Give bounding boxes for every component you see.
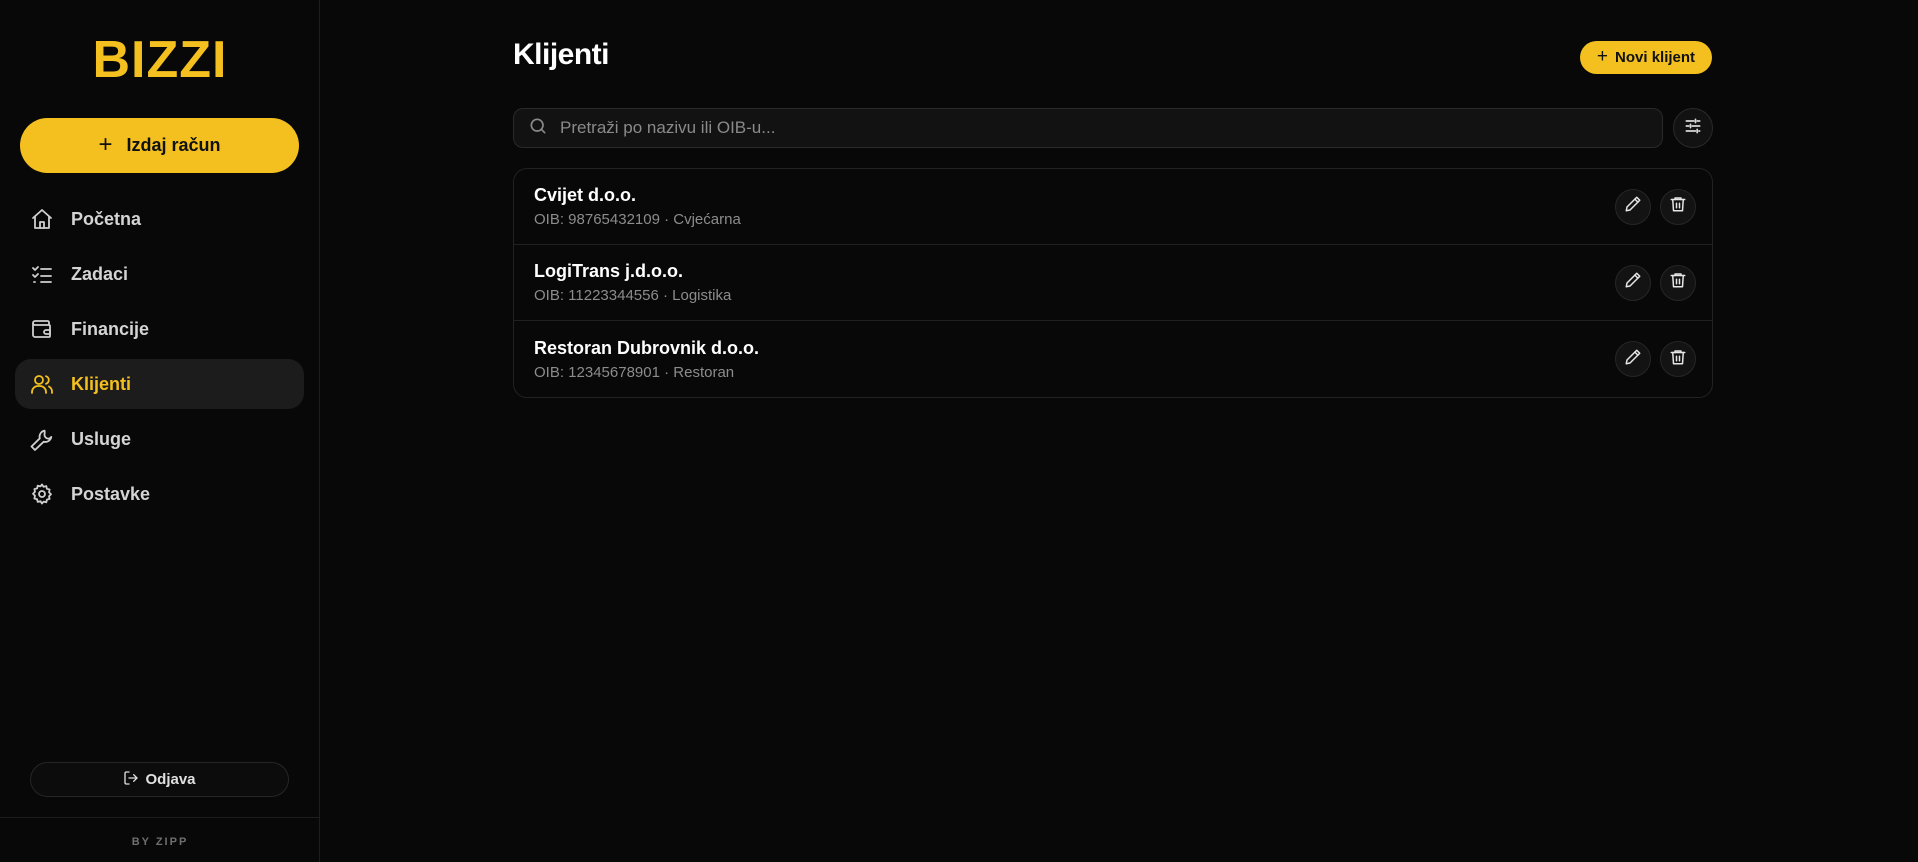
- plus-icon: +: [98, 130, 113, 158]
- sliders-icon: [1683, 116, 1703, 141]
- logout-button[interactable]: Odjava: [30, 762, 289, 797]
- logout-label: Odjava: [145, 771, 196, 788]
- edit-button[interactable]: [1615, 188, 1651, 225]
- client-name: LogiTrans j.d.o.o.: [534, 261, 684, 281]
- logo-wordmark: BIZZI: [93, 35, 228, 81]
- row-actions: [1615, 341, 1696, 377]
- gear-icon: [29, 481, 55, 507]
- sidebar-item-usluge[interactable]: Usluge: [15, 414, 304, 464]
- edit-button[interactable]: [1615, 341, 1651, 377]
- sidebar-item-zadaci[interactable]: Zadaci: [15, 249, 304, 299]
- page-title: Klijenti: [513, 38, 610, 71]
- plus-icon: +: [1596, 46, 1609, 67]
- sidebar-item-label: Financije: [71, 318, 150, 339]
- client-meta: OIB: 12345678901 · Restoran: [534, 363, 735, 381]
- home-icon: [29, 206, 55, 232]
- client-meta: OIB: 98765432109 · Cvjećarna: [534, 211, 741, 228]
- sidebar-divider: [0, 817, 320, 818]
- search-bar: [513, 108, 1663, 148]
- client-meta: OIB: 11223344556 · Logistika: [534, 287, 732, 304]
- new-client-label: Novi klijent: [1615, 49, 1696, 66]
- sidebar-item-postavke[interactable]: Postavke: [15, 469, 304, 519]
- trash-icon: [1669, 195, 1687, 218]
- delete-button[interactable]: [1660, 188, 1696, 225]
- app-root: BIZZI + Izdaj račun Početna Zadaci Finan…: [0, 0, 1918, 862]
- users-icon: [29, 371, 55, 397]
- table-row[interactable]: Cvijet d.o.o. OIB: 98765432109 · Cvjećar…: [514, 169, 1712, 245]
- byline: BY ZIPP: [131, 836, 189, 848]
- sidebar-item-label: Usluge: [71, 428, 132, 449]
- logout-icon: [123, 770, 139, 790]
- sidebar-item-label: Početna: [71, 208, 142, 229]
- edit-button[interactable]: [1615, 264, 1651, 301]
- client-list: Cvijet d.o.o. OIB: 98765432109 · Cvjećar…: [513, 168, 1713, 398]
- checklist-icon: [29, 261, 55, 287]
- pencil-icon: [1624, 271, 1642, 294]
- sidebar: BIZZI + Izdaj račun Početna Zadaci Finan…: [0, 0, 320, 862]
- wallet-icon: [29, 316, 55, 342]
- sidebar-item-label: Klijenti: [71, 373, 132, 394]
- row-actions: [1615, 188, 1696, 225]
- client-name: Cvijet d.o.o.: [534, 185, 637, 205]
- search-input[interactable]: [560, 109, 1662, 147]
- sidebar-item-label: Zadaci: [71, 263, 129, 284]
- search-icon: [528, 116, 548, 141]
- sidebar-item-pocetna[interactable]: Početna: [15, 194, 304, 244]
- new-client-button[interactable]: + Novi klijent: [1580, 41, 1712, 74]
- issue-invoice-label: Izdaj račun: [126, 135, 221, 155]
- client-name: Restoran Dubrovnik d.o.o.: [534, 337, 760, 358]
- main-content: Klijenti + Novi klijent Pretraži po nazi…: [320, 0, 1918, 862]
- table-row[interactable]: Restoran Dubrovnik d.o.o. OIB: 123456789…: [514, 321, 1712, 397]
- sidebar-nav: Početna Zadaci Financije Klijenti Usluge…: [15, 194, 304, 524]
- delete-button[interactable]: [1660, 341, 1696, 377]
- sidebar-item-klijenti[interactable]: Klijenti: [15, 359, 304, 409]
- svg-text:BIZZI: BIZZI: [93, 35, 228, 81]
- table-row[interactable]: LogiTrans j.d.o.o. OIB: 11223344556 · Lo…: [514, 245, 1712, 321]
- row-actions: [1615, 264, 1696, 301]
- client-info: Restoran Dubrovnik d.o.o. OIB: 123456789…: [534, 338, 1615, 381]
- pencil-icon: [1624, 348, 1642, 371]
- sidebar-item-financije[interactable]: Financije: [15, 304, 304, 354]
- sidebar-item-label: Postavke: [71, 483, 151, 504]
- issue-invoice-button[interactable]: + Izdaj račun: [20, 118, 299, 173]
- client-info: LogiTrans j.d.o.o. OIB: 11223344556 · Lo…: [534, 261, 1615, 304]
- client-info: Cvijet d.o.o. OIB: 98765432109 · Cvjećar…: [534, 185, 1615, 228]
- logo[interactable]: BIZZI: [0, 28, 320, 88]
- filter-button[interactable]: [1673, 108, 1713, 148]
- pencil-icon: [1624, 195, 1642, 218]
- wrench-icon: [29, 426, 55, 452]
- delete-button[interactable]: [1660, 264, 1696, 301]
- trash-icon: [1669, 348, 1687, 371]
- trash-icon: [1669, 271, 1687, 294]
